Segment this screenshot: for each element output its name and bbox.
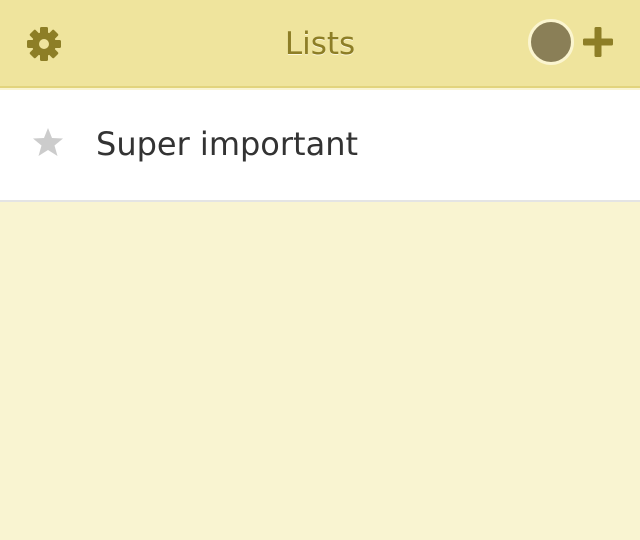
star-icon bbox=[32, 127, 64, 161]
list-item-label: Super important bbox=[96, 125, 359, 163]
list-item[interactable]: Super important bbox=[0, 90, 640, 202]
header-bar: Lists bbox=[0, 0, 640, 88]
lists-container: Super important bbox=[0, 90, 640, 202]
star-toggle[interactable] bbox=[28, 126, 68, 162]
gear-icon bbox=[25, 25, 63, 67]
user-avatar[interactable] bbox=[528, 19, 574, 65]
add-list-button[interactable] bbox=[578, 24, 618, 64]
settings-button[interactable] bbox=[22, 24, 66, 68]
plus-icon bbox=[582, 26, 614, 62]
